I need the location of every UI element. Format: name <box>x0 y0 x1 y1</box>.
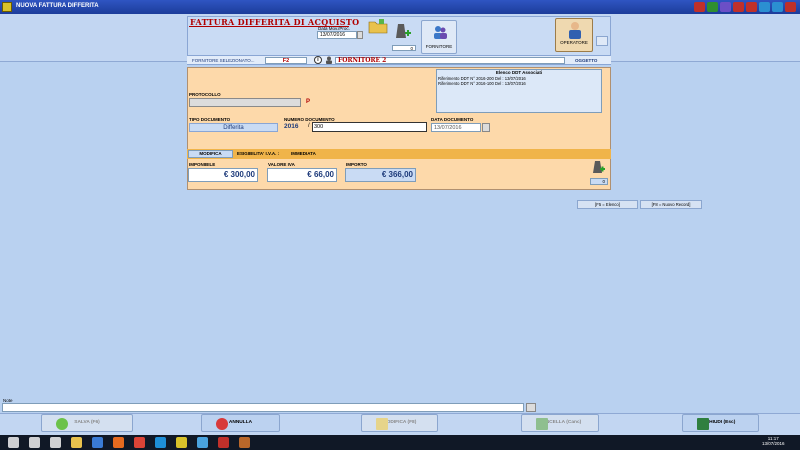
calendar-picker-button[interactable] <box>482 123 490 132</box>
date-mov-field[interactable]: 13/07/2016 <box>317 31 357 39</box>
start-icon[interactable] <box>8 437 19 448</box>
users-icon <box>434 26 447 39</box>
esigibilita-value: IMMEDIATA <box>291 151 316 156</box>
app-logo-icon <box>2 2 12 12</box>
operator-icon <box>569 22 581 39</box>
fornitore-selected-label: FORNITORE SELEZIONATO... <box>192 58 255 63</box>
edge-icon[interactable] <box>155 437 166 448</box>
valore-iva-label: VALORE IVA <box>268 162 295 167</box>
oggetto-label: OGGETTO <box>575 58 598 63</box>
settings-icon[interactable] <box>720 2 731 12</box>
app4-icon[interactable] <box>239 437 250 448</box>
counter-top: 0 <box>392 45 416 51</box>
annulla-button[interactable]: ANNULLA <box>201 414 280 432</box>
ddt-list-item[interactable]: Riferimento DDT N° 2016-100 Del : 13/07/… <box>438 81 526 86</box>
edit-icon[interactable] <box>596 36 608 46</box>
numero-documento-separator: / <box>308 123 310 129</box>
numero-documento-field[interactable]: 300 <box>312 122 427 132</box>
protocollo-suffix: P <box>306 99 311 105</box>
f5-elenco-button[interactable]: [F5 = Elenco] <box>577 200 638 209</box>
calendar2-icon[interactable] <box>733 2 744 12</box>
firefox-icon[interactable] <box>113 437 124 448</box>
note-field[interactable] <box>2 403 524 412</box>
importo-field: € 366,00 <box>345 168 416 182</box>
fornitore-name: FORNITORE 2 <box>335 57 565 64</box>
store-icon[interactable] <box>92 437 103 448</box>
close-icon[interactable] <box>785 2 796 12</box>
check-icon <box>56 418 68 430</box>
exit-door-icon <box>697 418 709 430</box>
cancella-button[interactable]: CANCELLA (Canc) <box>521 414 599 432</box>
ddt-list-title: Elenco DDT Associati <box>495 70 543 75</box>
importo-label: IMPORTO <box>346 162 367 167</box>
esigibilita-label: ESIGIBILITA' I.V.A. : <box>237 151 280 156</box>
download-icon[interactable] <box>759 2 770 12</box>
task-view-icon[interactable] <box>50 437 61 448</box>
trash-icon <box>536 418 548 430</box>
explorer-icon[interactable] <box>71 437 82 448</box>
fornitore-code: F2 <box>265 57 307 64</box>
operatore-button-label: OPERATORE <box>560 40 588 45</box>
salva-button-label: SALVA (F6) <box>74 420 100 425</box>
info-icon[interactable] <box>707 2 718 12</box>
info-icon[interactable]: i <box>314 56 322 64</box>
cancel-icon <box>216 418 228 430</box>
system-clock[interactable]: 11:17 13/07/2016 <box>762 436 785 446</box>
calendar-icon[interactable] <box>694 2 705 12</box>
app3-icon[interactable] <box>218 437 229 448</box>
tipo-documento-label: TIPO DOCUMENTO <box>189 117 231 122</box>
help-icon[interactable] <box>772 2 783 12</box>
clock-date: 13/07/2016 <box>762 441 785 446</box>
protocollo-field[interactable] <box>189 98 301 107</box>
imponibile-field[interactable]: € 300,00 <box>188 168 258 182</box>
open-folder-icon[interactable] <box>368 18 388 34</box>
numero-documento-year: 2016 <box>284 123 299 130</box>
search-icon[interactable] <box>29 437 40 448</box>
chiudi-button[interactable]: CHIUDI (Esc) <box>682 414 759 432</box>
chiudi-button-label: CHIUDI (Esc) <box>705 420 736 425</box>
window-title: NUOVA FATTURA DIFFERITA <box>16 3 99 9</box>
document-icon[interactable] <box>746 2 757 12</box>
edit-icon <box>376 418 388 430</box>
operatore-button[interactable] <box>555 18 593 52</box>
title-bar <box>0 0 800 14</box>
imponibile-label: IMPONIBILE <box>189 162 216 167</box>
valore-iva-field[interactable]: € 66,00 <box>267 168 337 182</box>
annulla-button-label: ANNULLA <box>228 420 253 425</box>
tipo-documento-field: Differita <box>189 123 278 132</box>
user-icon <box>326 56 332 64</box>
app2-icon[interactable] <box>197 437 208 448</box>
salva-button[interactable]: SALVA (F6) <box>41 414 133 432</box>
modifica-button[interactable]: MODIFICA (F8) <box>361 414 438 432</box>
pen-add-icon[interactable] <box>394 22 412 42</box>
app-icon[interactable] <box>176 437 187 448</box>
chrome-icon[interactable] <box>134 437 145 448</box>
calendar-picker-button[interactable] <box>357 31 363 39</box>
protocollo-label: PROTOCOLLO <box>189 92 221 97</box>
note-edit-button[interactable] <box>526 403 536 412</box>
fornitore-button-label: FORNITORE <box>425 44 453 49</box>
data-documento-label: DATA DOCUMENTO <box>431 117 474 122</box>
pen-add-icon[interactable] <box>592 160 606 176</box>
data-documento-field[interactable]: 13/07/2016 <box>431 123 481 132</box>
f8-nuovo-record-button[interactable]: [F8 = Nuovo Record] <box>640 200 702 209</box>
modifica-iva-button[interactable]: MODIFICA <box>188 150 233 158</box>
counter-bottom: 0 <box>590 178 608 185</box>
